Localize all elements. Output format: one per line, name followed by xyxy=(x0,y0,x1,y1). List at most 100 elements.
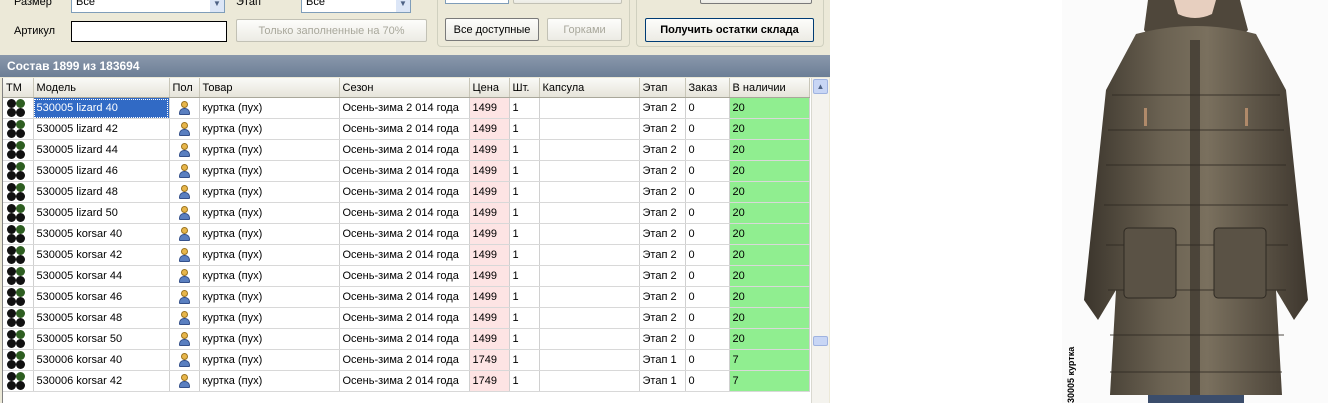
cell-season[interactable]: Осень-зима 2 014 года xyxy=(339,307,470,329)
table-row[interactable]: 530005 lizard 50 куртка (пух) Осень-зима 2… xyxy=(3,202,810,224)
cell-order[interactable]: 0 xyxy=(685,265,730,287)
cell-order[interactable]: 0 xyxy=(685,223,730,245)
column-header-model[interactable]: Модель xyxy=(33,78,170,98)
cell-capsule[interactable] xyxy=(539,97,640,119)
cell-season[interactable]: Осень-зима 2 014 года xyxy=(339,349,470,371)
chevron-down-icon[interactable]: ▼ xyxy=(210,0,224,12)
cell-price[interactable]: 1499 xyxy=(469,286,510,308)
column-header-order[interactable]: Заказ xyxy=(685,78,730,98)
cell-model[interactable]: 530005 lizard 42 xyxy=(33,118,170,140)
cell-model[interactable]: 530005 korsar 50 xyxy=(33,328,170,350)
chevron-down-icon[interactable]: ▼ xyxy=(396,0,410,12)
cell-capsule[interactable] xyxy=(539,160,640,182)
table-row[interactable]: 530006 korsar 40 куртка (пух) Осень-зима 2… xyxy=(3,349,810,371)
table-row[interactable]: 530005 lizard 40 куртка (пух) Осень-зима 2… xyxy=(3,97,810,119)
cell-stage[interactable]: Этап 2 xyxy=(639,223,686,245)
cell-stock[interactable]: 20 xyxy=(729,97,810,119)
cell-stock[interactable]: 20 xyxy=(729,286,810,308)
cell-product[interactable]: куртка (пух) xyxy=(199,202,340,224)
table-row[interactable]: 530005 korsar 48 куртка (пух) Осень-зима 2… xyxy=(3,307,810,329)
cell-season[interactable]: Осень-зима 2 014 года xyxy=(339,97,470,119)
cell-capsule[interactable] xyxy=(539,349,640,371)
cell-order[interactable]: 0 xyxy=(685,202,730,224)
cell-model[interactable]: 530005 lizard 44 xyxy=(33,139,170,161)
table-row[interactable]: 530005 korsar 44 куртка (пух) Осень-зима 2… xyxy=(3,265,810,287)
cell-model[interactable]: 530005 korsar 42 xyxy=(33,244,170,266)
table-row[interactable]: 530006 korsar 42 куртка (пух) Осень-зима 2… xyxy=(3,370,810,392)
cell-product[interactable]: куртка (пух) xyxy=(199,160,340,182)
cell-order[interactable]: 0 xyxy=(685,97,730,119)
cell-model[interactable]: 530005 lizard 46 xyxy=(33,160,170,182)
cell-model[interactable]: 530006 korsar 42 xyxy=(33,370,170,392)
cell-stock[interactable]: 20 xyxy=(729,139,810,161)
cell-price[interactable]: 1499 xyxy=(469,328,510,350)
cell-model[interactable]: 530005 korsar 40 xyxy=(33,223,170,245)
vertical-scrollbar[interactable]: ▲ xyxy=(811,78,829,403)
cell-capsule[interactable] xyxy=(539,370,640,392)
cell-stage[interactable]: Этап 2 xyxy=(639,139,686,161)
cell-stage[interactable]: Этап 1 xyxy=(639,349,686,371)
cell-capsule[interactable] xyxy=(539,202,640,224)
cell-qty[interactable]: 1 xyxy=(509,97,540,119)
cell-qty[interactable]: 1 xyxy=(509,139,540,161)
cell-season[interactable]: Осень-зима 2 014 года xyxy=(339,286,470,308)
cell-model[interactable]: 530005 lizard 48 xyxy=(33,181,170,203)
filled-70-button[interactable]: Только заполненные на 70% xyxy=(236,19,427,42)
cell-qty[interactable]: 1 xyxy=(509,265,540,287)
column-header-price[interactable]: Цена xyxy=(469,78,510,98)
cell-capsule[interactable] xyxy=(539,223,640,245)
cell-qty[interactable]: 1 xyxy=(509,286,540,308)
cell-order[interactable]: 0 xyxy=(685,370,730,392)
table-row[interactable]: 530005 lizard 46 куртка (пух) Осень-зима 2… xyxy=(3,160,810,182)
cell-product[interactable]: куртка (пух) xyxy=(199,328,340,350)
cell-qty[interactable]: 1 xyxy=(509,307,540,329)
cell-stage[interactable]: Этап 2 xyxy=(639,265,686,287)
cell-model[interactable]: 530006 korsar 40 xyxy=(33,349,170,371)
cell-price[interactable]: 1749 xyxy=(469,370,510,392)
cell-capsule[interactable] xyxy=(539,328,640,350)
cell-season[interactable]: Осень-зима 2 014 года xyxy=(339,139,470,161)
cell-order[interactable]: 0 xyxy=(685,307,730,329)
cell-order[interactable]: 0 xyxy=(685,139,730,161)
cell-stock[interactable]: 20 xyxy=(729,160,810,182)
cell-stock[interactable]: 20 xyxy=(729,118,810,140)
cell-product[interactable]: куртка (пух) xyxy=(199,349,340,371)
cell-model[interactable]: 530005 korsar 46 xyxy=(33,286,170,308)
table-row[interactable]: 530005 lizard 44 куртка (пух) Осень-зима 2… xyxy=(3,139,810,161)
cell-stock[interactable]: 7 xyxy=(729,349,810,371)
table-row[interactable]: 530005 korsar 46 куртка (пух) Осень-зима 2… xyxy=(3,286,810,308)
cell-order[interactable]: 0 xyxy=(685,286,730,308)
cell-capsule[interactable] xyxy=(539,244,640,266)
products-grid[interactable]: ТМ Модель Пол Товар Сезон Цена Шт. Капсула Этап З… xyxy=(2,78,829,403)
column-header-gender[interactable]: Пол xyxy=(169,78,200,98)
cell-season[interactable]: Осень-зима 2 014 года xyxy=(339,265,470,287)
column-header-stage[interactable]: Этап xyxy=(639,78,686,98)
cell-order[interactable]: 0 xyxy=(685,328,730,350)
column-header-season[interactable]: Сезон xyxy=(339,78,470,98)
table-row[interactable]: 530005 korsar 40 куртка (пух) Осень-зима 2… xyxy=(3,223,810,245)
cell-price[interactable]: 1499 xyxy=(469,160,510,182)
cell-price[interactable]: 1499 xyxy=(469,118,510,140)
cell-stage[interactable]: Этап 2 xyxy=(639,286,686,308)
cell-order[interactable]: 0 xyxy=(685,118,730,140)
cell-product[interactable]: куртка (пух) xyxy=(199,181,340,203)
cell-order[interactable]: 0 xyxy=(685,244,730,266)
cell-qty[interactable]: 1 xyxy=(509,244,540,266)
column-header-stock[interactable]: В наличии xyxy=(729,78,810,98)
all-available-button[interactable]: Все доступные xyxy=(445,18,539,41)
table-row[interactable]: 530005 korsar 42 куртка (пух) Осень-зима 2… xyxy=(3,244,810,266)
cell-stage[interactable]: Этап 2 xyxy=(639,244,686,266)
cell-capsule[interactable] xyxy=(539,265,640,287)
stage-select[interactable]: Все ▼ xyxy=(301,0,411,13)
cell-qty[interactable]: 1 xyxy=(509,181,540,203)
size-select[interactable]: Все ▼ xyxy=(71,0,225,13)
column-header-product[interactable]: Товар xyxy=(199,78,340,98)
cell-stage[interactable]: Этап 1 xyxy=(639,370,686,392)
cell-model[interactable]: 530005 lizard 40 xyxy=(33,97,170,119)
cell-product[interactable]: куртка (пух) xyxy=(199,307,340,329)
cell-stock[interactable]: 20 xyxy=(729,181,810,203)
chevron-up-icon[interactable]: ▲ xyxy=(813,79,828,94)
hills-button[interactable]: Горками xyxy=(547,18,622,41)
cell-qty[interactable]: 1 xyxy=(509,202,540,224)
cell-qty[interactable]: 1 xyxy=(509,223,540,245)
